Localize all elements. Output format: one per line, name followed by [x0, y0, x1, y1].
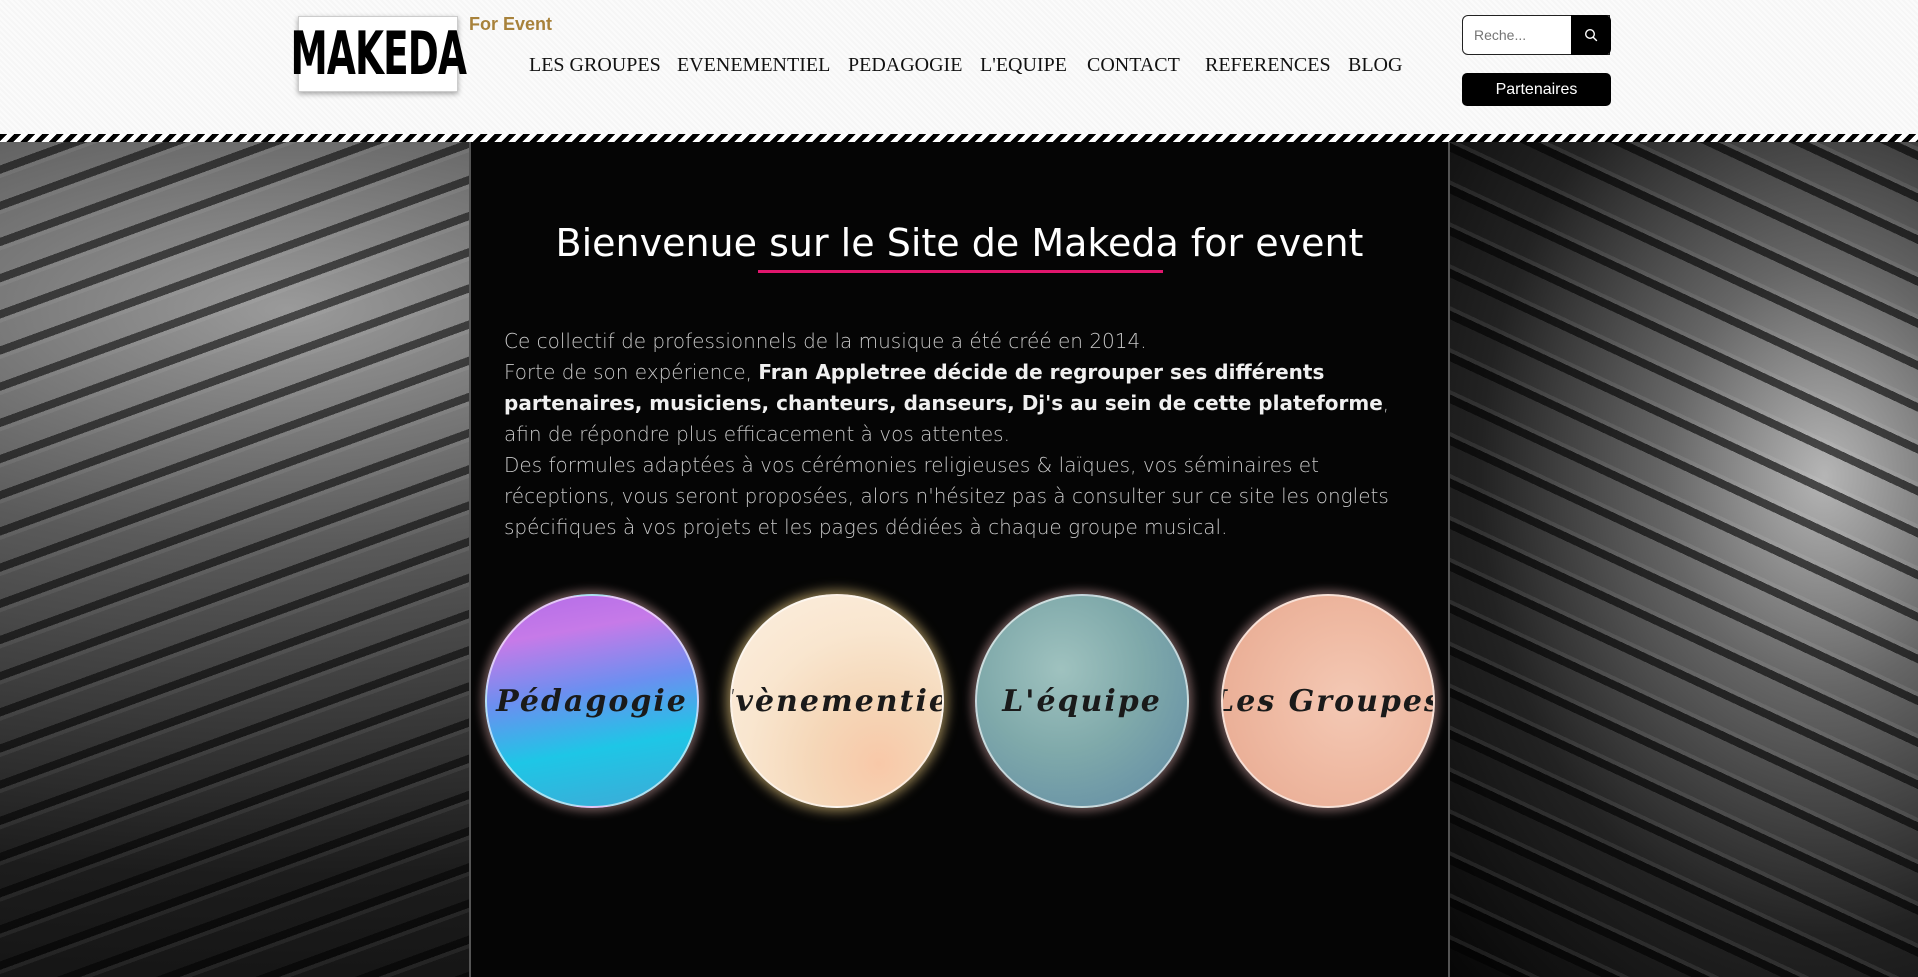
header-zigzag-border — [0, 134, 1918, 142]
partners-button[interactable]: Partenaires — [1462, 73, 1611, 106]
nav-item-pedagogie[interactable]: PEDAGOGIE — [848, 54, 962, 77]
intro-line-2: Forte de son expérience, Fran Appletree … — [504, 357, 1414, 450]
nav-item-equipe[interactable]: L'EQUIPE — [980, 54, 1067, 77]
tagline: For Event — [469, 14, 553, 34]
circle-label-pedagogie: Pédagogie — [496, 683, 688, 719]
circle-link-equipe[interactable]: L'équipe — [975, 594, 1189, 808]
nav-item-groupes[interactable]: LES GROUPES — [529, 54, 661, 77]
nav-item-evenementiel[interactable]: EVENEMENTIEL — [677, 54, 830, 77]
circle-link-pedagogie[interactable]: Pédagogie — [485, 594, 699, 808]
intro-line-3: Des formules adaptées à vos cérémonies r… — [504, 453, 1389, 539]
logo-text: MAKEDA — [290, 19, 466, 89]
site-header: MAKEDA For Event LES GROUPES EVENEMENTIE… — [0, 0, 1918, 135]
intro-line-1: Ce collectif de professionnels de la mus… — [504, 329, 1147, 353]
circle-link-evenementiel[interactable]: Évènementiel — [730, 594, 944, 808]
content-panel: Bienvenue sur le Site de Makeda for even… — [469, 142, 1450, 977]
circle-link-groupes[interactable]: Les Groupes — [1221, 594, 1435, 808]
intro-text: Ce collectif de professionnels de la mus… — [504, 326, 1414, 543]
search-button[interactable] — [1571, 15, 1611, 55]
search-icon — [1584, 28, 1598, 42]
background-image-right — [1450, 142, 1918, 977]
circle-label-equipe: L'équipe — [1002, 683, 1162, 719]
page-title: Bienvenue sur le Site de Makeda for even… — [555, 221, 1364, 266]
nav-item-blog[interactable]: BLOG — [1348, 54, 1402, 77]
circle-label-groupes: Les Groupes — [1221, 683, 1435, 719]
title-divider — [758, 270, 1163, 273]
site-logo[interactable]: MAKEDA — [290, 16, 467, 92]
nav-item-references[interactable]: REFERENCES — [1205, 54, 1331, 77]
intro-line-2-pre: Forte de son expérience, — [504, 360, 759, 384]
nav-item-contact[interactable]: CONTACT — [1087, 54, 1180, 77]
circle-label-evenementiel: Évènementiel — [732, 683, 942, 719]
